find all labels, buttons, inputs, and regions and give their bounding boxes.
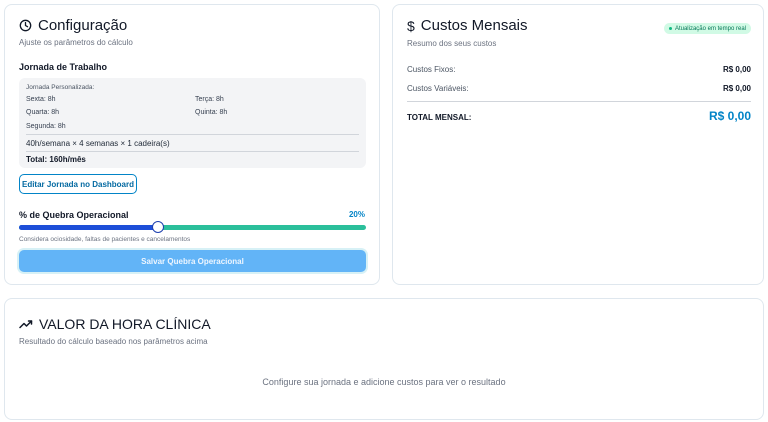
status-dot-icon xyxy=(668,27,672,30)
fixed-costs-label: Custos Fixos: xyxy=(407,65,456,74)
jornada-divider-2 xyxy=(26,151,359,152)
costs-divider xyxy=(407,101,751,102)
jornada-label: Jornada Personalizada: xyxy=(26,84,95,91)
save-quebra-button[interactable]: Salvar Quebra Operacional xyxy=(19,250,366,272)
dollar-icon: $ xyxy=(407,17,415,34)
config-card: Configuração Ajuste os parâmetros do cál… xyxy=(4,4,380,285)
jornada-day-segunda: Segunda: 8h xyxy=(26,123,66,130)
realtime-badge-label: Atualização em tempo real xyxy=(674,25,746,32)
hour-subtitle: Resultado do cálculo baseado nos parâmet… xyxy=(19,337,208,346)
jornada-divider xyxy=(26,134,359,135)
jornada-day-sexta: Sexta: 8h xyxy=(26,96,56,103)
trending-up-icon xyxy=(19,319,33,329)
hour-empty-message: Configure sua jornada e adicione custos … xyxy=(262,377,506,387)
jornada-summary-box: Jornada Personalizada: Sexta: 8h Terça: … xyxy=(19,78,366,168)
quebra-hint: Considera ociosidade, faltas de paciente… xyxy=(19,236,191,243)
hour-title: VALOR DA HORA CLÍNICA xyxy=(39,316,211,332)
edit-jornada-button[interactable]: Editar Jornada no Dashboard xyxy=(19,174,137,194)
jornada-formula: 40h/semana × 4 semanas × 1 cadeira(s) xyxy=(26,139,170,148)
jornada-day-quarta: Quarta: 8h xyxy=(26,109,60,116)
config-title: Configuração xyxy=(38,17,128,34)
quebra-slider-thumb[interactable] xyxy=(152,221,164,233)
hour-header: VALOR DA HORA CLÍNICA xyxy=(19,316,211,332)
realtime-badge: Atualização em tempo real xyxy=(663,23,751,34)
config-header: Configuração xyxy=(19,17,127,34)
total-monthly-value: R$ 0,00 xyxy=(708,109,751,123)
variable-costs-label: Custos Variáveis: xyxy=(407,84,469,93)
costs-subtitle: Resumo dos seus custos xyxy=(407,39,497,48)
costs-card: $ Custos Mensais Resumo dos seus custos … xyxy=(392,4,764,285)
quebra-slider-fill xyxy=(19,225,158,230)
fixed-costs-value: R$ 0,00 xyxy=(722,65,751,74)
costs-title: Custos Mensais xyxy=(420,17,528,34)
quebra-slider[interactable] xyxy=(19,221,366,233)
hour-value-card: VALOR DA HORA CLÍNICA Resultado do cálcu… xyxy=(4,298,764,420)
quebra-label: % de Quebra Operacional xyxy=(19,210,129,220)
variable-costs-value: R$ 0,00 xyxy=(722,84,751,93)
clock-icon xyxy=(19,19,32,32)
jornada-total: Total: 160h/mês xyxy=(26,155,86,164)
config-subtitle: Ajuste os parâmetros do cálculo xyxy=(19,38,133,47)
costs-header: $ Custos Mensais xyxy=(407,17,528,34)
jornada-day-terca: Terça: 8h xyxy=(195,96,224,103)
jornada-section-title: Jornada de Trabalho xyxy=(19,62,108,72)
jornada-day-quinta: Quinta: 8h xyxy=(195,109,228,116)
total-monthly-label: TOTAL MENSAL: xyxy=(407,113,472,122)
quebra-value: 20% xyxy=(348,210,365,219)
